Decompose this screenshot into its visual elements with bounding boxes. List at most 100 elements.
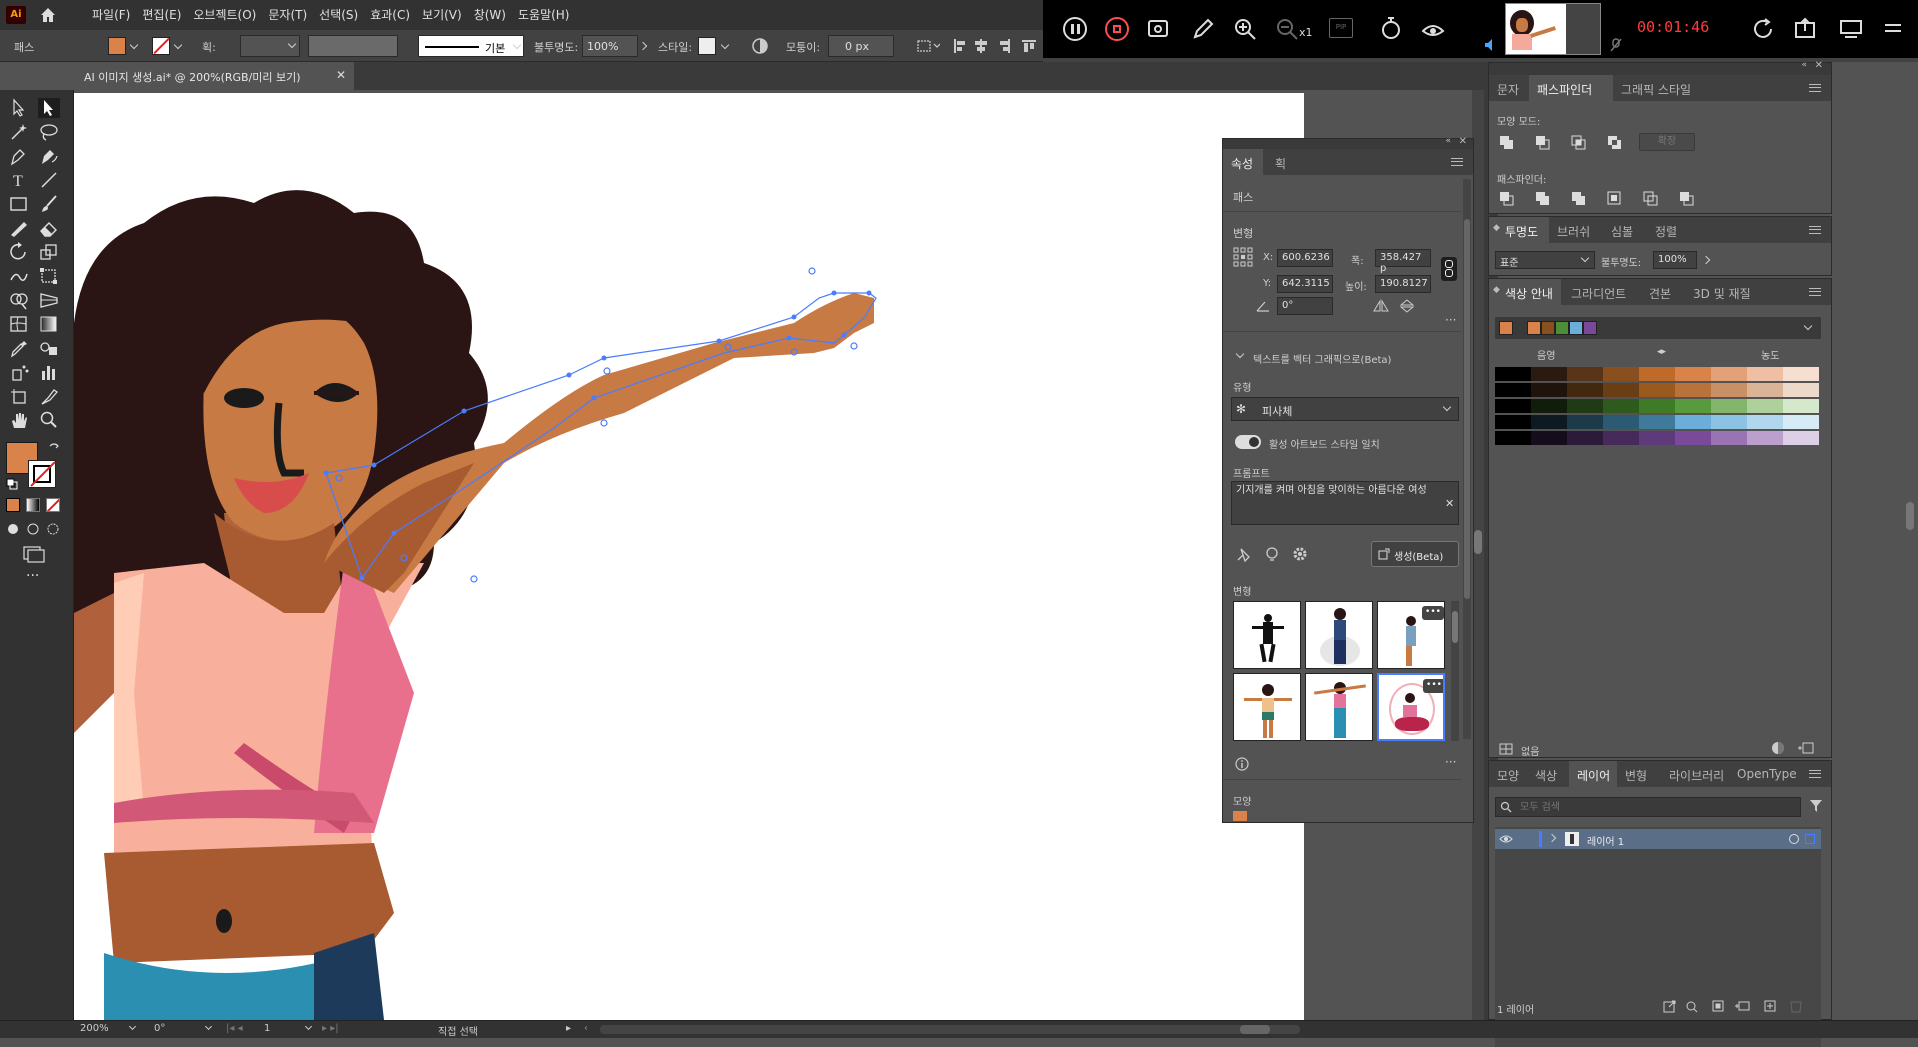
zoom-in-icon[interactable] [1233, 17, 1257, 41]
tab-symbols[interactable]: 심볼 [1611, 223, 1633, 240]
slice-tool-icon[interactable] [38, 386, 60, 406]
none-mode-icon[interactable] [46, 498, 60, 512]
clear-prompt-icon[interactable]: ✕ [1445, 497, 1454, 510]
tab-align[interactable]: 정렬 [1655, 223, 1677, 240]
artboard[interactable] [74, 93, 1304, 1020]
color-grid-cell[interactable] [1675, 431, 1711, 445]
harmony-color-swatch[interactable] [1569, 321, 1583, 335]
variation-thumbnail[interactable] [1305, 673, 1373, 741]
swap-colors-icon[interactable] [48, 442, 60, 454]
rotate-tool-icon[interactable] [8, 242, 30, 262]
color-grid-cell[interactable] [1747, 431, 1783, 445]
color-grid-cell[interactable] [1603, 399, 1639, 413]
chevron-down-icon[interactable] [128, 1022, 137, 1031]
chevron-right-icon[interactable] [638, 41, 648, 51]
color-grid-cell[interactable] [1711, 383, 1747, 397]
symbol-sprayer-tool-icon[interactable] [8, 362, 30, 382]
menu-select[interactable]: 선택(S) [313, 0, 364, 30]
sample-icon[interactable] [1235, 545, 1253, 563]
eye-effect-icon[interactable] [1421, 17, 1445, 41]
screen-mode-icon[interactable] [22, 545, 46, 563]
panel-menu-icon[interactable] [1809, 770, 1821, 778]
chevron-down-icon[interactable] [720, 40, 730, 50]
color-grid-cell[interactable] [1747, 415, 1783, 429]
harmony-colors-bar[interactable] [1495, 317, 1821, 339]
transform-icon[interactable] [916, 38, 940, 54]
color-grid-cell[interactable] [1675, 367, 1711, 381]
menu-file[interactable]: 파일(F) [86, 0, 136, 30]
info-icon[interactable] [1235, 757, 1249, 771]
first-artboard-icon[interactable]: |◂ ◂ [226, 1023, 243, 1034]
save-to-swatches-icon[interactable] [1797, 741, 1815, 755]
color-grid-cell[interactable] [1603, 431, 1639, 445]
zoom-out-icon[interactable] [1275, 17, 1299, 41]
menu-help[interactable]: 도움말(H) [512, 0, 576, 30]
color-grid-cell[interactable] [1567, 415, 1603, 429]
rectangle-tool-icon[interactable] [8, 194, 30, 214]
color-grid-cell[interactable] [1783, 367, 1819, 381]
color-grid-cell[interactable] [1495, 431, 1531, 445]
lasso-tool-icon[interactable] [38, 122, 60, 142]
shape-mode-buttons-icon[interactable] [1499, 135, 1629, 151]
expand-layer-icon[interactable] [1547, 833, 1557, 843]
tab-brushes[interactable]: 브러쉬 [1557, 223, 1590, 240]
refresh-icon[interactable] [1751, 17, 1775, 41]
recolor-icon[interactable] [752, 38, 768, 54]
tab-stroke[interactable]: 획 [1275, 155, 1286, 172]
color-grid-cell[interactable] [1675, 415, 1711, 429]
corner-radius-input[interactable]: 0 px [828, 35, 894, 57]
tab-layers[interactable]: 레이어 [1577, 767, 1610, 784]
chevron-down-icon[interactable] [204, 1022, 213, 1031]
transparency-opacity-input[interactable]: 100% [1653, 251, 1697, 269]
color-grid-cell[interactable] [1603, 367, 1639, 381]
scale-tool-icon[interactable] [38, 242, 60, 262]
color-grid-cell[interactable] [1783, 383, 1819, 397]
export-icon[interactable] [1793, 17, 1817, 41]
chevron-down-icon[interactable] [1235, 349, 1245, 359]
color-grid-cell[interactable] [1639, 415, 1675, 429]
color-grid-cell[interactable] [1783, 415, 1819, 429]
menu-view[interactable]: 보기(V) [416, 0, 468, 30]
shaper-tool-icon[interactable] [8, 218, 30, 238]
tab-properties[interactable]: 속성 [1231, 155, 1253, 172]
chevron-down-icon[interactable] [129, 40, 139, 50]
pencil-icon[interactable] [1191, 17, 1215, 41]
y-position-input[interactable]: 642.3115 [1277, 275, 1333, 293]
text-to-vector-heading[interactable]: 텍스트를 벡터 그래픽으로(Beta) [1253, 351, 1391, 366]
close-tab-icon[interactable]: ✕ [336, 68, 346, 82]
tab-3d-materials[interactable]: 3D 및 재질 [1693, 285, 1751, 302]
more-options-icon[interactable]: ··· [1445, 755, 1456, 769]
color-grid-cell[interactable] [1747, 383, 1783, 397]
graphic-style-swatch[interactable] [698, 37, 716, 55]
visibility-eye-icon[interactable] [1499, 834, 1513, 844]
variation-thumbnail[interactable]: ••• [1377, 601, 1445, 669]
tab-pathfinder[interactable]: 패스파인더 [1537, 81, 1592, 98]
color-grid-cell[interactable] [1531, 415, 1567, 429]
menu-window[interactable]: 창(W) [468, 0, 512, 30]
color-grid-cell[interactable] [1495, 399, 1531, 413]
home-icon[interactable] [38, 5, 58, 25]
mesh-tool-icon[interactable] [8, 314, 30, 334]
tab-gradient[interactable]: 그라디언트 [1571, 285, 1626, 302]
color-grid-cell[interactable] [1783, 431, 1819, 445]
menu-object[interactable]: 오브젝트(O) [187, 0, 262, 30]
hand-tool-icon[interactable] [8, 410, 30, 430]
status-menu-icon[interactable]: ▸ [566, 1023, 571, 1034]
color-grid-cell[interactable] [1567, 383, 1603, 397]
artboard-number[interactable]: 1 [264, 1023, 270, 1034]
chevron-down-icon[interactable] [1803, 321, 1813, 331]
artwork-illustration[interactable] [74, 93, 1304, 1020]
gradient-tool-icon[interactable] [38, 314, 60, 334]
perspective-grid-tool-icon[interactable] [38, 290, 60, 310]
more-options-icon[interactable]: ••• [1423, 679, 1443, 693]
variation-thumbnail[interactable] [1305, 601, 1373, 669]
blend-mode-dropdown[interactable]: 표준 [1495, 251, 1595, 269]
color-grid-cell[interactable] [1531, 431, 1567, 445]
chevron-down-icon[interactable] [173, 40, 183, 50]
appearance-fill-swatch[interactable] [1233, 811, 1247, 821]
color-grid-cell[interactable] [1495, 367, 1531, 381]
tab-libraries[interactable]: 라이브러리 [1669, 767, 1724, 784]
paintbrush-tool-icon[interactable] [38, 194, 60, 214]
scrollbar-thumb[interactable] [1474, 530, 1482, 554]
variation-thumbnail[interactable] [1233, 601, 1301, 669]
